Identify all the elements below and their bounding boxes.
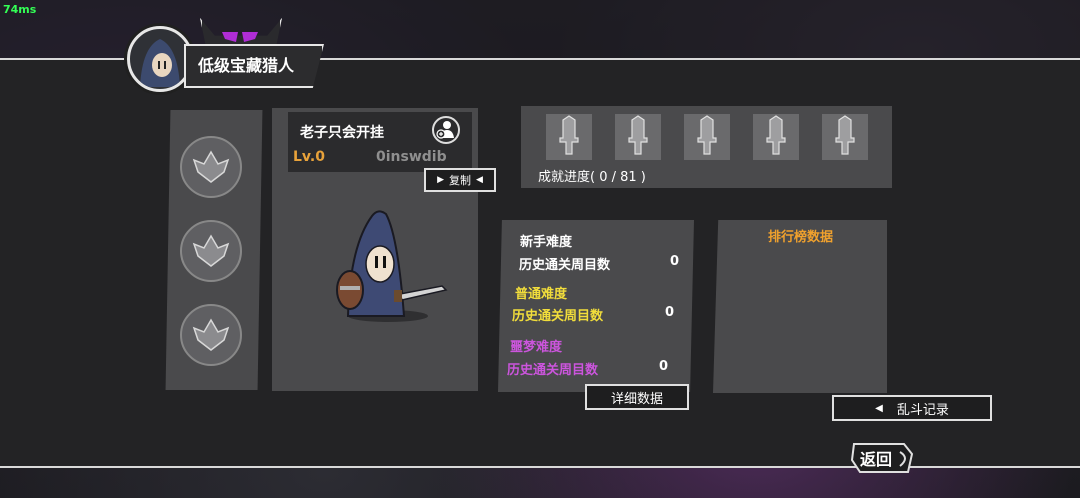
player-level: Lv.0	[293, 149, 325, 165]
back-label: 返回	[860, 450, 893, 469]
ranking-panel	[713, 220, 887, 393]
lotus-emblem-icon[interactable]	[180, 304, 242, 366]
left-triangle-icon: ◀	[875, 402, 883, 414]
sword-hilt-icon[interactable]	[546, 114, 592, 160]
player-name: 老子只会开挂	[300, 125, 384, 141]
stat-value: 0	[670, 254, 680, 269]
player-avatar[interactable]	[127, 26, 193, 92]
copy-label: 复制	[449, 174, 471, 187]
player-title: 低级宝藏猎人	[198, 56, 295, 75]
lotus-emblem-icon[interactable]	[180, 220, 242, 282]
add-friend-icon	[436, 121, 454, 139]
demon-eyes-icon	[222, 32, 258, 42]
stat-label: 历史通关周目数	[519, 258, 611, 273]
sword-hilt-icon[interactable]	[684, 114, 730, 160]
difficulty-name: 新手难度	[520, 235, 573, 250]
achievement-progress: 成就进度( 0 / 81 )	[538, 170, 646, 185]
player-id: 0inswdib	[376, 149, 447, 165]
lotus-emblem-icon[interactable]	[180, 136, 242, 198]
stat-value: 0	[665, 305, 675, 320]
left-arrow-icon: ◀	[476, 175, 483, 185]
frame-time: 74ms	[3, 3, 37, 16]
difficulty-name: 普通难度	[515, 287, 568, 302]
sword-hilt-icon[interactable]	[822, 114, 868, 160]
stat-value: 0	[659, 359, 669, 374]
stat-label: 历史通关周目数	[507, 363, 599, 378]
right-arrow-icon: ▶	[437, 175, 444, 185]
details-button[interactable]: 详细数据	[585, 384, 689, 410]
copy-id-button[interactable]: ▶ 复制 ◀	[424, 168, 496, 192]
hooded-hero-sprite	[336, 210, 448, 322]
add-friend-button[interactable]	[432, 116, 460, 144]
hooded-avatar-icon	[140, 39, 180, 87]
sword-hilt-icon[interactable]	[753, 114, 799, 160]
brawl-record-label: 乱斗记录	[896, 402, 949, 418]
sword-hilt-icon[interactable]	[615, 114, 661, 160]
stat-label: 历史通关周目数	[512, 309, 604, 324]
ranking-title: 排行榜数据	[768, 230, 834, 245]
brawl-record-button[interactable]: ◀ 乱斗记录	[832, 395, 992, 421]
difficulty-name: 噩梦难度	[510, 340, 563, 355]
